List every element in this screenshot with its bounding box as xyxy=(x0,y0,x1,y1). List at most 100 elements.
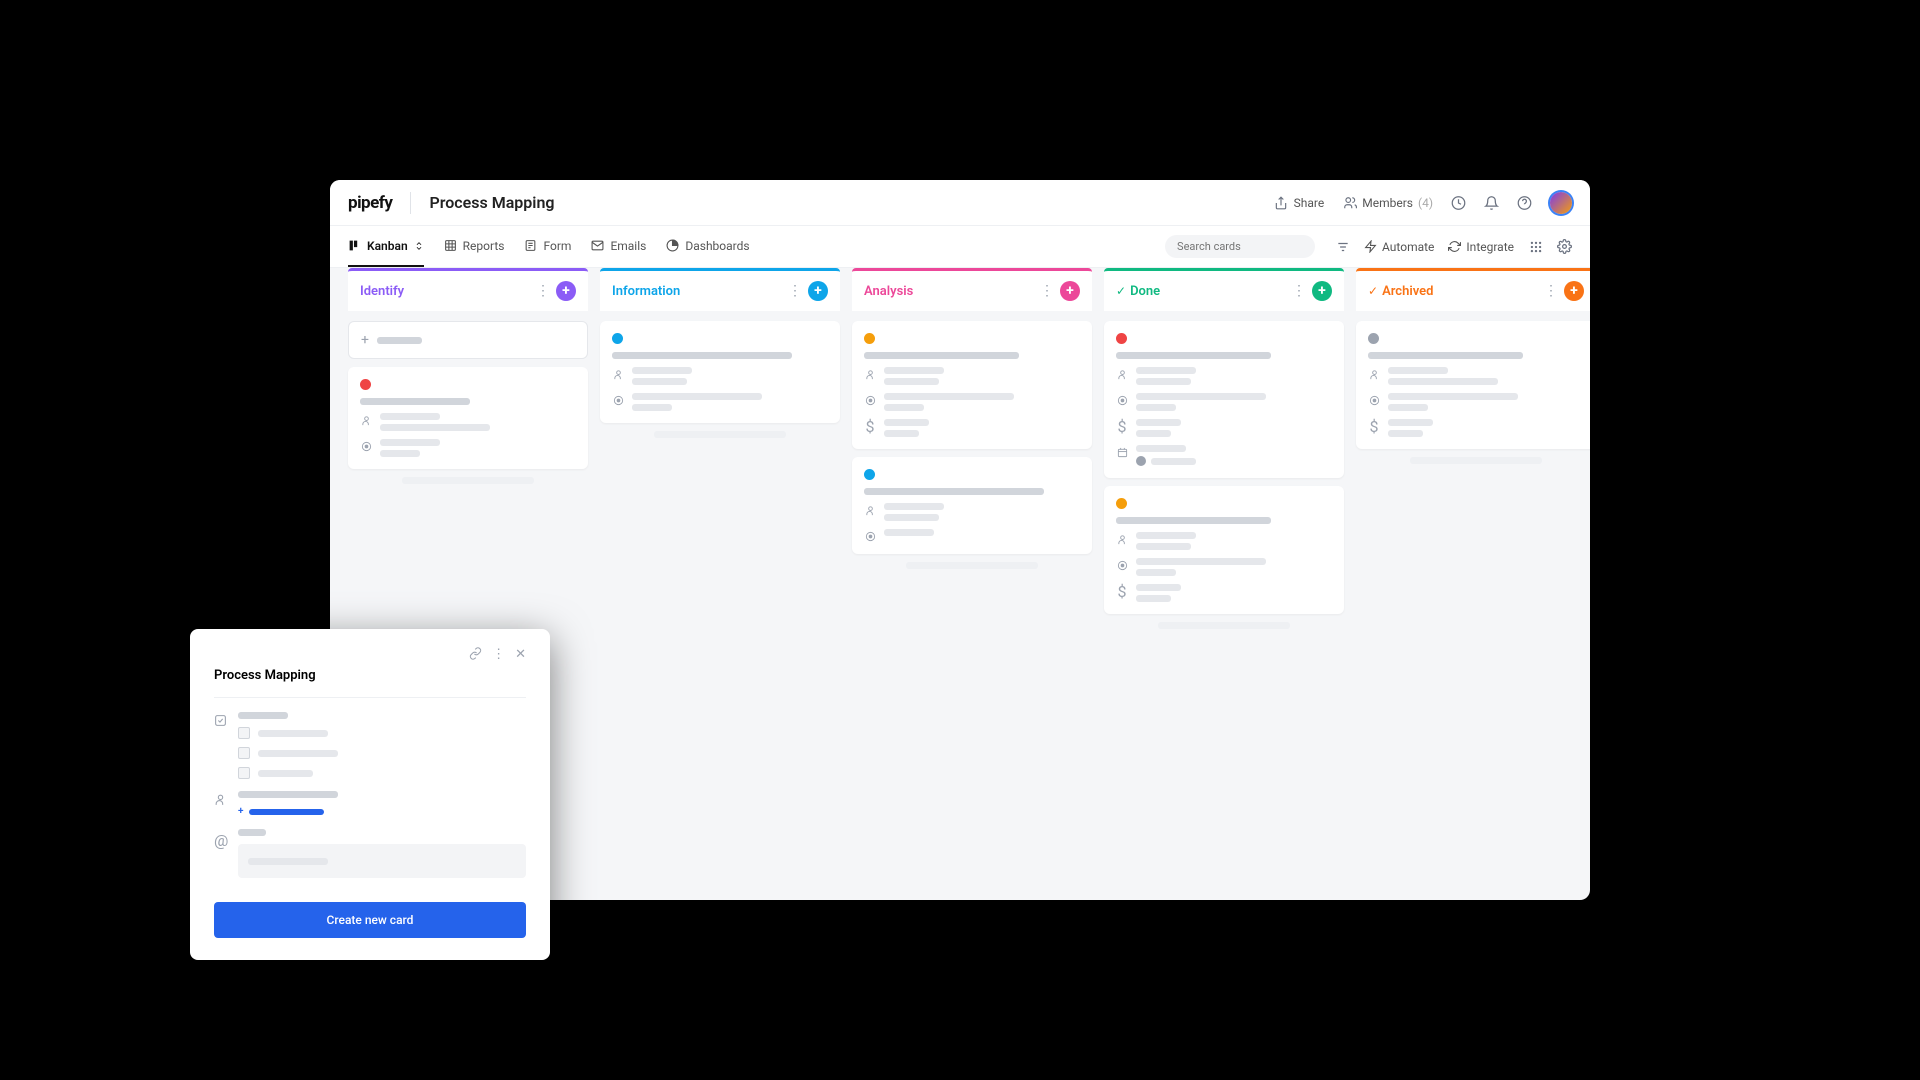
share-icon xyxy=(1274,195,1289,210)
tab-form[interactable]: Form xyxy=(524,239,571,255)
person-icon xyxy=(360,414,372,426)
column-menu-icon[interactable]: ⋮ xyxy=(1292,283,1306,299)
column-add-button[interactable]: + xyxy=(1312,281,1332,301)
automate-label: Automate xyxy=(1382,240,1434,254)
card[interactable]: $ xyxy=(1104,321,1344,478)
gear-icon[interactable] xyxy=(1557,239,1572,254)
checklist-item[interactable] xyxy=(238,767,526,779)
plus-icon: + xyxy=(361,332,369,348)
column-menu-icon[interactable]: ⋮ xyxy=(536,283,550,299)
priority-dot-grey xyxy=(1368,333,1379,344)
column-add-button[interactable]: + xyxy=(1564,281,1584,301)
priority-dot-red xyxy=(1116,333,1127,344)
card[interactable]: $ xyxy=(1104,486,1344,614)
members-label: Members xyxy=(1362,196,1413,210)
dollar-icon: $ xyxy=(1116,420,1128,432)
help-icon[interactable] xyxy=(1517,195,1532,210)
at-icon: @ xyxy=(214,831,228,845)
column-header: Analysis ⋮ + xyxy=(852,268,1092,311)
avatar[interactable] xyxy=(1550,192,1572,214)
checklist-item[interactable] xyxy=(238,727,526,739)
column-footer xyxy=(348,477,588,484)
card[interactable]: $ xyxy=(1356,321,1590,449)
priority-dot-red xyxy=(360,379,371,390)
column-information: Information ⋮ + xyxy=(600,268,840,882)
radio-icon xyxy=(1116,559,1128,571)
checklist-item[interactable] xyxy=(238,747,526,759)
card[interactable]: $ xyxy=(852,321,1092,449)
apps-icon[interactable] xyxy=(1528,239,1543,254)
column-add-button[interactable]: + xyxy=(1060,281,1080,301)
card[interactable] xyxy=(348,367,588,469)
form-email: @ xyxy=(214,829,526,878)
check-icon: ✓ xyxy=(1116,284,1126,298)
tab-reports[interactable]: Reports xyxy=(444,239,505,255)
checklist-icon xyxy=(214,714,228,728)
text-input[interactable] xyxy=(238,844,526,878)
calendar-icon xyxy=(1116,446,1128,458)
create-card-button[interactable]: Create new card xyxy=(214,902,526,938)
column-analysis: Analysis ⋮ + $ xyxy=(852,268,1092,882)
automate-button[interactable]: Automate xyxy=(1364,240,1434,254)
new-card-placeholder[interactable]: + xyxy=(348,321,588,359)
priority-dot-blue xyxy=(612,333,623,344)
link-icon[interactable] xyxy=(469,647,482,662)
tab-emails[interactable]: Emails xyxy=(591,239,646,255)
automate-icon xyxy=(1364,240,1377,253)
tab-kanban[interactable]: Kanban xyxy=(348,239,424,267)
divider xyxy=(410,192,411,214)
priority-dot-blue xyxy=(864,469,875,480)
column-footer xyxy=(1356,457,1590,464)
share-button[interactable]: Share xyxy=(1274,195,1325,210)
dollar-icon: $ xyxy=(1116,585,1128,597)
logo: pipefy xyxy=(348,193,392,213)
members-button[interactable]: Members (4) xyxy=(1342,195,1433,210)
radio-icon xyxy=(864,530,876,542)
priority-dot-orange xyxy=(1116,498,1127,509)
search-input[interactable] xyxy=(1177,240,1317,253)
add-assignee-button[interactable]: + xyxy=(238,806,526,817)
modal-title: Process Mapping xyxy=(214,668,526,683)
person-icon xyxy=(864,504,876,516)
integrate-label: Integrate xyxy=(1466,240,1514,254)
column-title: Information xyxy=(612,284,788,299)
modal-toolbar: ⋮ ✕ xyxy=(214,647,526,662)
column-header: ✓ Archived ⋮ + xyxy=(1356,268,1590,311)
column-header: ✓ Done ⋮ + xyxy=(1104,268,1344,311)
person-icon xyxy=(612,368,624,380)
header-bar: pipefy Process Mapping Share Members (4) xyxy=(330,180,1590,226)
column-menu-icon[interactable]: ⋮ xyxy=(788,283,802,299)
column-add-button[interactable]: + xyxy=(556,281,576,301)
column-menu-icon[interactable]: ⋮ xyxy=(1040,283,1054,299)
column-footer xyxy=(852,562,1092,569)
column-archived: ✓ Archived ⋮ + $ xyxy=(1356,268,1590,882)
tab-dashboards[interactable]: Dashboards xyxy=(666,239,749,255)
column-header: Identify ⋮ + xyxy=(348,268,588,311)
dollar-icon: $ xyxy=(1368,420,1380,432)
integrate-button[interactable]: Integrate xyxy=(1448,240,1514,254)
members-icon xyxy=(1342,195,1357,210)
filter-icon[interactable] xyxy=(1335,239,1350,254)
person-icon xyxy=(864,368,876,380)
history-icon[interactable] xyxy=(1451,195,1466,210)
column-footer xyxy=(1104,622,1344,629)
radio-icon xyxy=(1116,394,1128,406)
column-menu-icon[interactable]: ⋮ xyxy=(1544,283,1558,299)
modal-menu-icon[interactable]: ⋮ xyxy=(492,647,505,662)
header-actions: Share Members (4) xyxy=(1274,192,1572,214)
close-icon[interactable]: ✕ xyxy=(515,647,526,662)
radio-icon xyxy=(360,440,372,452)
radio-icon xyxy=(1368,394,1380,406)
card[interactable] xyxy=(600,321,840,423)
dollar-icon: $ xyxy=(864,420,876,432)
card[interactable] xyxy=(852,457,1092,554)
search-box[interactable] xyxy=(1165,235,1315,258)
column-add-button[interactable]: + xyxy=(808,281,828,301)
members-count: (4) xyxy=(1418,196,1433,210)
person-icon xyxy=(214,793,228,807)
integrate-icon xyxy=(1448,240,1461,253)
column-title: Identify xyxy=(360,284,536,299)
form-assignee: + xyxy=(214,791,526,817)
bell-icon[interactable] xyxy=(1484,195,1499,210)
toolbar: Kanban Reports Form Emails Dashboards xyxy=(330,226,1590,268)
